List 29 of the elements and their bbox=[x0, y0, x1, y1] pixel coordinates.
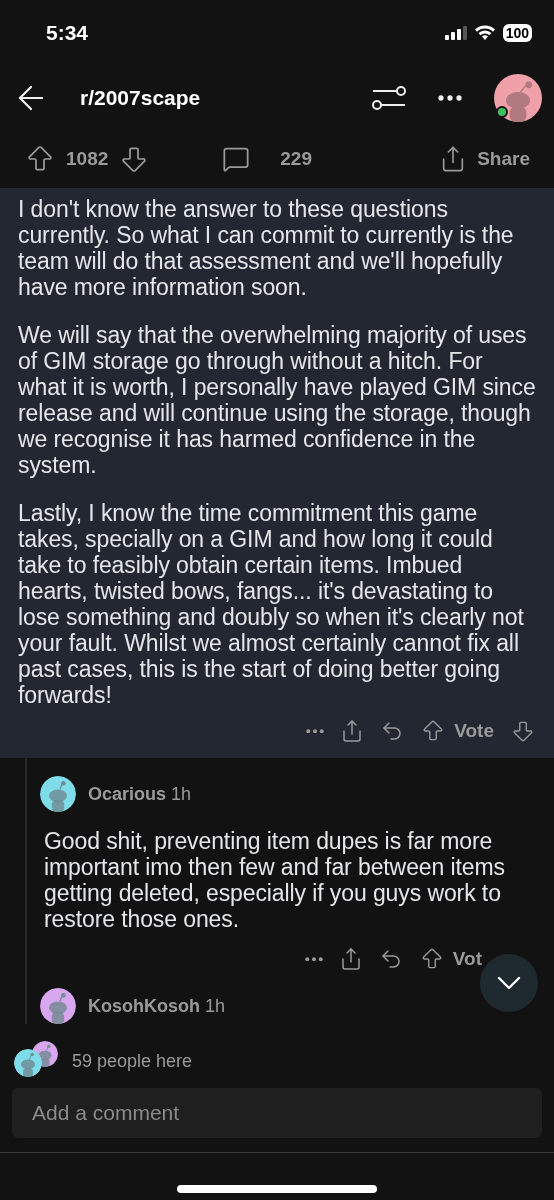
comment-time: 1h bbox=[171, 783, 192, 805]
user-avatar[interactable] bbox=[494, 74, 542, 122]
comment-text: Good shit, preventing item dupes is far more important imo then few and far between items getting deleted, especially if you guys work to restore those ones. bbox=[44, 828, 506, 932]
post-paragraph: Lastly, I know the time commitment this game takes, specially on a GIM and how long it could take to feasibly obtain certain items. Imbued hearts, twisted bows, fangs... it's devastating to lose something and doubly so when it's clearly not your fault. Whilst we almost certainly cannot fix all past cases, this is the start of doing better going forwards! bbox=[18, 500, 525, 708]
comment-input[interactable]: Add a comment bbox=[12, 1088, 542, 1138]
comment-count: 229 bbox=[280, 148, 312, 170]
presence-count: 59 people here bbox=[72, 1050, 193, 1072]
sliders-icon bbox=[372, 83, 406, 113]
status-time: 5:34 bbox=[46, 21, 89, 45]
more-icon[interactable] bbox=[306, 728, 325, 734]
vote-label: Vot bbox=[452, 948, 482, 970]
comment-time: 1h bbox=[205, 995, 226, 1017]
wifi-icon bbox=[473, 25, 496, 41]
user-avatar bbox=[14, 1049, 42, 1077]
comment-icon[interactable] bbox=[222, 145, 251, 173]
post-paragraph: I don't know the answer to these questions currently. So what I can commit to currently is the team will do that assessment and we'll hopefully have more information soon. bbox=[18, 195, 515, 300]
score-count: 1082 bbox=[66, 148, 109, 170]
battery-level: 100 bbox=[502, 24, 532, 42]
signal-icon bbox=[444, 26, 467, 40]
more-icon[interactable] bbox=[304, 956, 323, 962]
more-button[interactable] bbox=[438, 95, 462, 101]
subreddit-title: r/2007scape bbox=[80, 86, 202, 110]
comment-author[interactable]: Ocarious bbox=[88, 783, 167, 805]
share-button[interactable]: Share bbox=[439, 145, 530, 173]
vote-label: Vote bbox=[454, 720, 494, 742]
more-icon bbox=[438, 95, 462, 101]
filter-button[interactable] bbox=[372, 83, 406, 113]
comment-author[interactable]: KosohKosoh bbox=[88, 995, 200, 1017]
post-paragraph: We will say that the overwhelming majority of uses of GIM storage go through without a hitch. For what it is worth, I personally have played GIM since release and will continue using the storage, though we recognise it has harmed confidence in the system. bbox=[18, 322, 536, 478]
